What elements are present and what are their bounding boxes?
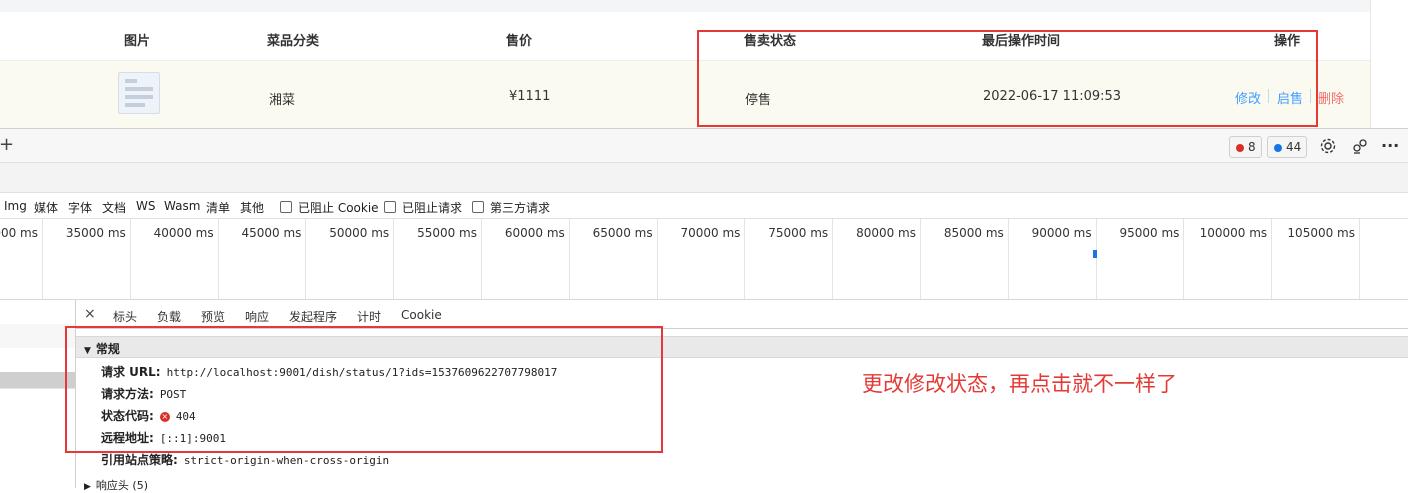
- timeline-tick-label: 1100: [1345, 226, 1408, 240]
- errors-badge[interactable]: 8: [1229, 136, 1262, 158]
- annotation-note: 更改修改状态，再点击就不一样了: [862, 372, 1177, 396]
- tab-initiator[interactable]: 发起程序: [289, 308, 337, 325]
- timeline-tick-label: 45000 ms: [241, 226, 302, 240]
- timeline-tick-label: 50000 ms: [329, 226, 390, 240]
- filter-ws[interactable]: WS: [136, 199, 155, 213]
- timeline-tick-label: 65000 ms: [592, 226, 653, 240]
- more-options-icon[interactable]: ···: [1381, 137, 1399, 155]
- messages-badge[interactable]: 44: [1267, 136, 1308, 158]
- messages-count: 44: [1286, 140, 1302, 154]
- close-icon[interactable]: ×: [84, 306, 96, 322]
- timeline-tick-label: 80000 ms: [856, 226, 916, 240]
- third-party-checkbox[interactable]: 第三方请求: [472, 199, 550, 216]
- tab-cookie[interactable]: Cookie: [401, 308, 442, 322]
- tab-preview[interactable]: 预览: [201, 308, 225, 325]
- tab-response[interactable]: 响应: [245, 308, 269, 325]
- third-party-label: 第三方请求: [490, 201, 551, 215]
- tab-timing[interactable]: 计时: [357, 308, 381, 325]
- list-item[interactable]: [0, 348, 75, 373]
- annotation-box-general: [65, 326, 663, 453]
- timeline-tick-label: 40000 ms: [153, 226, 214, 240]
- timeline-tick-label: 60000 ms: [504, 226, 565, 240]
- cell-price: ¥1111: [509, 89, 551, 104]
- cell-category: 湘菜: [269, 93, 296, 108]
- error-icon: [1236, 144, 1244, 152]
- response-headers-section[interactable]: ▶ 响应头 (5): [84, 477, 148, 493]
- filter-bar: Img 媒体 字体 文档 WS Wasm 清单 其他 已阻止 Cookie 已阻…: [0, 193, 1408, 219]
- timeline-tick-label: 35000 ms: [65, 226, 126, 240]
- network-toolbar: [0, 163, 1408, 193]
- filter-img[interactable]: Img: [4, 199, 27, 213]
- filter-media[interactable]: 媒体: [34, 199, 58, 216]
- filter-wasm[interactable]: Wasm: [164, 199, 200, 213]
- devtools-toolbar: + 8 44 ···: [0, 129, 1408, 163]
- response-headers-title: 响应头 (5): [95, 479, 148, 492]
- list-item[interactable]: [0, 300, 75, 325]
- tab-headers[interactable]: 标头: [113, 308, 137, 325]
- add-tab-icon[interactable]: +: [0, 134, 14, 155]
- timeline-tick-label: 105000 ms: [1287, 226, 1355, 240]
- header-image: 图片: [124, 34, 151, 49]
- header-category: 菜品分类: [267, 34, 320, 49]
- filter-font[interactable]: 字体: [68, 199, 92, 216]
- timeline-tick-label: 70000 ms: [680, 226, 741, 240]
- network-timeline[interactable]: 30000 ms35000 ms40000 ms45000 ms50000 ms…: [0, 219, 1408, 300]
- annotation-box-status: [697, 30, 1318, 127]
- connection-icon[interactable]: [1351, 137, 1369, 155]
- list-item[interactable]: [0, 324, 75, 349]
- header-price: 售价: [506, 34, 533, 49]
- timeline-tick-label: 85000 ms: [943, 226, 1004, 240]
- referrer-policy-label: 引用站点策略:: [101, 453, 178, 467]
- delete-link[interactable]: 删除: [1318, 88, 1344, 107]
- filter-doc[interactable]: 文档: [102, 199, 126, 216]
- blocked-requests-checkbox[interactable]: 已阻止请求: [384, 199, 462, 216]
- triangle-right-icon: ▶: [84, 482, 91, 492]
- blocked-cookies-checkbox[interactable]: 已阻止 Cookie: [280, 199, 379, 216]
- blocked-requests-label: 已阻止请求: [402, 201, 463, 215]
- list-item-selected[interactable]: [0, 372, 75, 389]
- filter-manifest[interactable]: 清单: [206, 199, 230, 216]
- blocked-cookies-label: 已阻止 Cookie: [298, 201, 379, 215]
- timeline-tick-label: 75000 ms: [768, 226, 829, 240]
- timeline-tick-label: 55000 ms: [417, 226, 477, 240]
- dish-image-thumbnail[interactable]: [118, 72, 160, 114]
- timeline-tick-label: 95000 ms: [1119, 226, 1180, 240]
- timeline-tick-label: 90000 ms: [1031, 226, 1092, 240]
- message-icon: [1274, 144, 1282, 152]
- referrer-policy-row: 引用站点策略: strict-origin-when-cross-origin: [101, 451, 389, 468]
- errors-count: 8: [1248, 140, 1256, 154]
- request-bar: [1093, 250, 1097, 258]
- referrer-policy-value: strict-origin-when-cross-origin: [183, 454, 390, 467]
- gear-icon[interactable]: [1319, 137, 1337, 155]
- timeline-tick-label: 100000 ms: [1199, 226, 1268, 240]
- tab-payload[interactable]: 负载: [157, 308, 181, 325]
- filter-other[interactable]: 其他: [240, 199, 264, 216]
- page-right-margin: [1370, 0, 1408, 128]
- page-gap: [0, 0, 1380, 12]
- details-tabs: × 标头 负载 预览 响应 发起程序 计时 Cookie: [76, 300, 1408, 329]
